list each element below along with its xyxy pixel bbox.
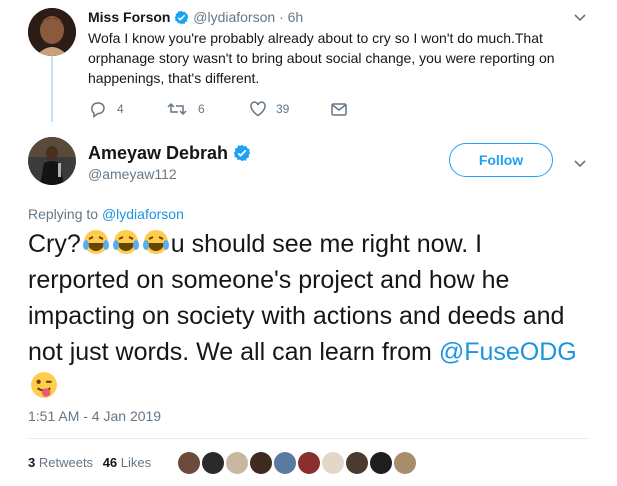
liker-avatar[interactable] — [178, 452, 200, 474]
replying-to-handle[interactable]: @lydiaforson — [102, 206, 184, 222]
retweets-count: 3 — [28, 455, 36, 470]
retweets-label: Retweets — [38, 455, 94, 470]
tweet-time[interactable]: 6h — [288, 9, 304, 25]
liker-avatar[interactable] — [298, 452, 320, 474]
liker-avatars — [178, 452, 418, 476]
liker-avatar[interactable] — [322, 452, 344, 474]
liker-avatar[interactable] — [250, 452, 272, 474]
like-count: 39 — [276, 102, 290, 116]
laughing-tears-emoji-icon — [112, 228, 140, 256]
laughing-tears-emoji-icon — [82, 228, 110, 256]
engagement-stats: 3 Retweets 46 Likes — [28, 455, 151, 470]
main-tweet-text: Cry? u should see me right now. I rerport… — [28, 226, 588, 406]
chevron-down-icon[interactable] — [573, 156, 587, 170]
liker-avatar[interactable] — [202, 452, 224, 474]
tweet-text-start: Cry? — [28, 230, 81, 258]
retweet-count: 6 — [198, 102, 205, 116]
chevron-down-icon[interactable] — [573, 10, 587, 24]
author-handle[interactable]: @lydiaforson — [193, 9, 275, 25]
reply-tweet-text: Wofa I know you're probably already abou… — [88, 30, 555, 86]
reply-icon[interactable] — [89, 100, 107, 118]
liker-avatar[interactable] — [346, 452, 368, 474]
author-handle[interactable]: @ameyaw112 — [88, 166, 177, 182]
winking-tongue-emoji-icon — [29, 370, 57, 398]
verified-badge-icon — [233, 144, 251, 162]
laughing-tears-emoji-icon — [142, 228, 170, 256]
follow-button[interactable]: Follow — [449, 143, 553, 177]
like-heart-icon[interactable] — [249, 100, 267, 118]
main-tweet-author: Ameyaw Debrah — [88, 142, 251, 164]
direct-message-icon[interactable] — [330, 100, 348, 118]
liker-avatar[interactable] — [370, 452, 392, 474]
reply-tweet-header: Miss Forson @lydiaforson · 6h — [88, 8, 303, 26]
author-name[interactable]: Ameyaw Debrah — [88, 143, 228, 163]
verified-badge-icon — [174, 10, 189, 25]
likes-count: 46 — [102, 455, 118, 470]
separator-dot: · — [279, 9, 284, 25]
mention-link[interactable]: @FuseODG — [439, 338, 577, 366]
tweet-timestamp[interactable]: 1:51 AM - 4 Jan 2019 — [28, 408, 161, 424]
author-name[interactable]: Miss Forson — [88, 9, 170, 25]
replying-to-prefix: Replying to — [28, 206, 102, 222]
divider-top — [28, 438, 589, 439]
liker-avatar[interactable] — [274, 452, 296, 474]
replying-to: Replying to @lydiaforson — [28, 206, 184, 222]
reply-count: 4 — [117, 102, 124, 116]
follow-button-label: Follow — [478, 152, 524, 168]
liker-avatar[interactable] — [226, 452, 248, 474]
liker-avatar[interactable] — [394, 452, 416, 474]
likes-label: Likes — [120, 455, 152, 470]
avatar-miss-forson[interactable] — [28, 8, 76, 56]
retweets-stat[interactable]: 3 Retweets — [28, 455, 93, 470]
thread-connector-line — [51, 56, 53, 122]
retweet-icon[interactable] — [167, 100, 187, 118]
likes-stat[interactable]: 46 Likes — [103, 455, 151, 470]
avatar-ameyaw-debrah[interactable] — [28, 137, 76, 185]
